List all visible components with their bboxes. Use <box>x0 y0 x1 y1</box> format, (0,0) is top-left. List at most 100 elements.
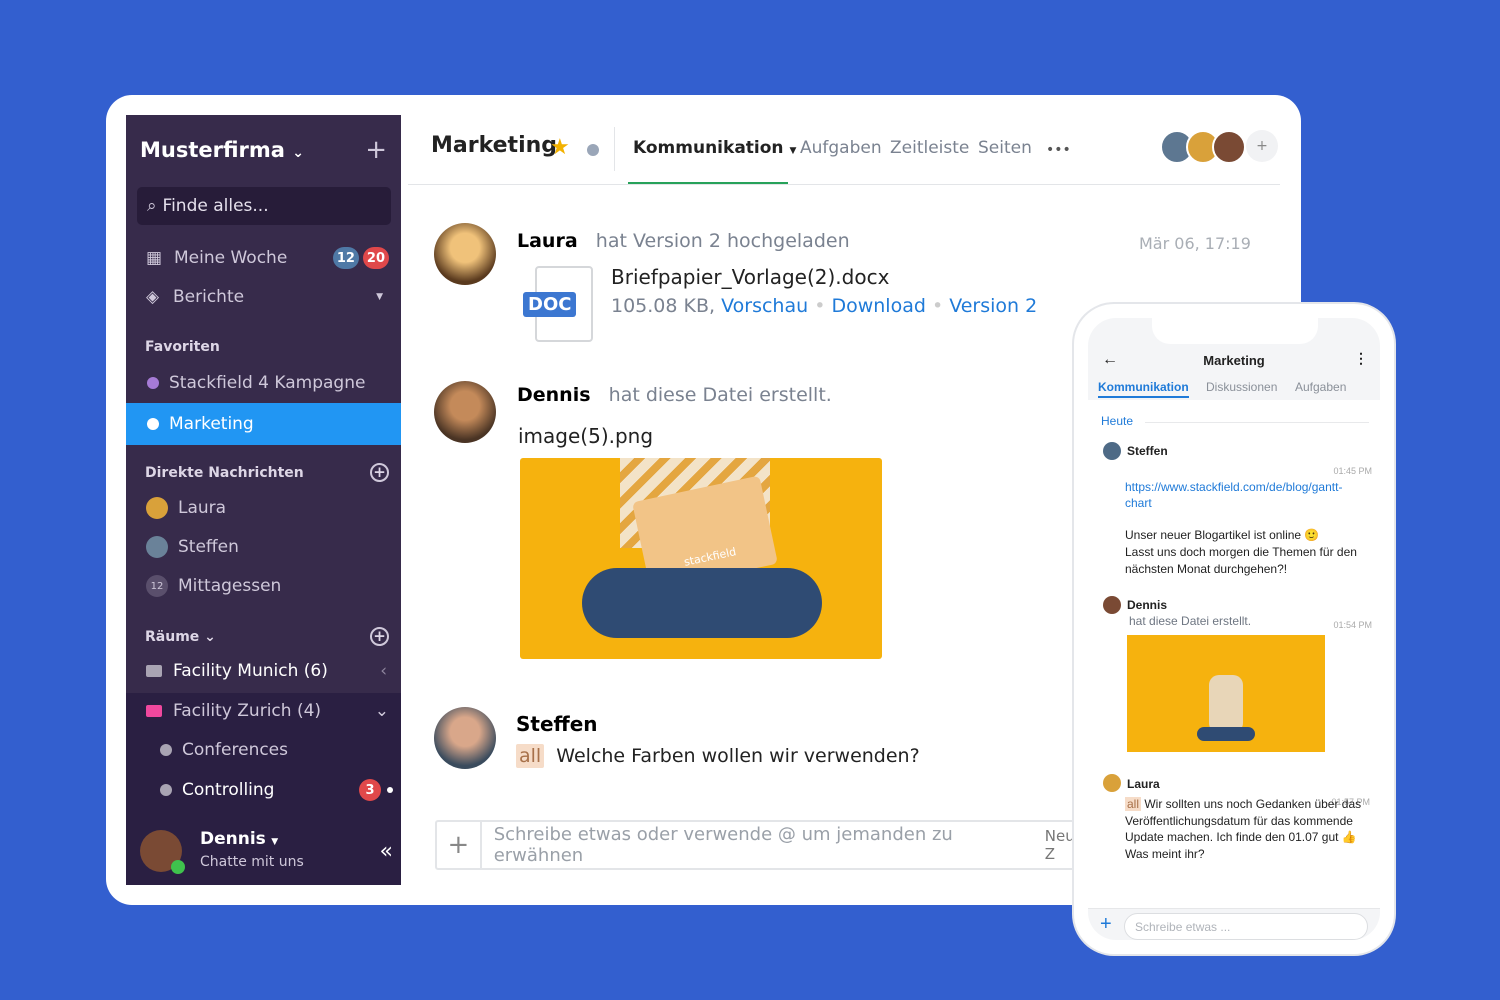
page-title: Marketing <box>431 133 558 158</box>
kebab-menu-icon[interactable]: ⋮ <box>1354 350 1368 367</box>
phone-tab-aufgaben[interactable]: Aufgaben <box>1295 380 1346 394</box>
group-count-icon: 12 <box>146 575 168 597</box>
message-text: hat diese Datei erstellt. <box>1129 614 1252 628</box>
phone-notch <box>1152 318 1318 344</box>
add-icon[interactable]: + <box>365 135 387 165</box>
timestamp: 01:54 PM <box>1333 620 1372 630</box>
file-name[interactable]: image(5).png <box>518 424 653 448</box>
room-facility-munich[interactable]: Facility Munich (6) ‹ <box>126 661 401 681</box>
feed-item-1-header: Laura hat Version 2 hochgeladen <box>517 230 850 252</box>
nav-meine-woche[interactable]: ▦ Meine Woche 12 20 <box>126 247 401 269</box>
phone-screen: ← Marketing ⋮ Kommunikation Diskussionen… <box>1088 318 1380 940</box>
dm-steffen[interactable]: Steffen <box>126 536 401 558</box>
tab-seiten[interactable]: Seiten <box>978 138 1032 158</box>
chevron-down-icon[interactable]: ⌄ <box>204 629 216 645</box>
version-link[interactable]: Version 2 <box>949 295 1037 317</box>
search-input[interactable]: ⌕ Finde alles... <box>137 187 391 225</box>
feed-item-2-header: Dennis hat diese Datei erstellt. <box>517 384 832 406</box>
file-name[interactable]: Briefpapier_Vorlage(2).docx <box>611 265 889 289</box>
favorite-marketing[interactable]: Marketing <box>126 403 401 445</box>
timestamp: 01:45 PM <box>1333 466 1372 476</box>
dot-icon <box>147 418 159 430</box>
add-attachment-button[interactable]: + <box>437 822 482 868</box>
status-dot <box>587 144 599 156</box>
phone-tab-diskussionen[interactable]: Diskussionen <box>1206 380 1277 394</box>
avatar-dennis <box>434 381 496 443</box>
preview-link[interactable]: Vorschau <box>721 295 808 317</box>
tab-aufgaben[interactable]: Aufgaben <box>800 138 882 158</box>
image-preview[interactable]: stackfield <box>520 458 882 659</box>
subroom-controlling[interactable]: Controlling 3 <box>126 779 401 801</box>
legs-graphic <box>1197 727 1255 741</box>
subroom-conferences[interactable]: Conferences <box>126 740 401 760</box>
avatar <box>1103 442 1121 460</box>
doc-file-label: DOC <box>523 292 577 317</box>
search-icon: ⌕ <box>147 196 157 216</box>
divider <box>614 127 615 171</box>
unread-dot <box>387 787 393 793</box>
tab-zeitleiste[interactable]: Zeitleiste <box>890 138 969 158</box>
timestamp: Mär 06, 17:19 <box>1139 234 1251 253</box>
add-circle-icon[interactable]: + <box>370 463 389 482</box>
person-graphic <box>1209 675 1243 733</box>
message-text: all Wir sollten uns noch Gedanken über d… <box>1125 797 1362 861</box>
avatar <box>1212 130 1246 164</box>
message-composer[interactable]: + Schreibe etwas oder verwende @ um jema… <box>435 820 1095 870</box>
caret-down-icon: ▼ <box>376 292 383 302</box>
tab-kommunikation[interactable]: Kommunikation ▼ <box>633 138 796 158</box>
star-icon[interactable]: ★ <box>550 135 570 160</box>
author-name: Steffen <box>516 712 598 736</box>
add-member-button[interactable]: + <box>1246 130 1278 162</box>
avatar <box>146 536 168 558</box>
sidebar: Musterfirma ⌄ + ⌕ Finde alles... ▦ Meine W… <box>126 115 401 885</box>
badge-count: 20 <box>362 247 389 269</box>
divider <box>1145 422 1369 423</box>
folder-icon <box>146 665 162 677</box>
member-avatars[interactable]: + <box>1160 130 1278 164</box>
workspace-switcher[interactable]: Musterfirma ⌄ + <box>126 135 401 165</box>
message-text: all Welche Farben wollen wir verwenden? <box>516 744 920 768</box>
chevron-down-icon: ⌄ <box>292 145 305 161</box>
image-preview[interactable] <box>1127 635 1325 752</box>
day-separator: Heute <box>1101 414 1134 428</box>
layers-icon: ◈ <box>146 287 160 307</box>
chevron-down-icon[interactable]: ⌄ <box>375 701 389 721</box>
dot-icon <box>160 784 172 796</box>
avatar <box>146 497 168 519</box>
folder-icon <box>146 705 162 717</box>
nav-berichte[interactable]: ◈ Berichte ▼ <box>126 287 401 307</box>
author-name: Dennis <box>1127 598 1168 612</box>
composer-input[interactable]: Schreibe etwas oder verwende @ um jemand… <box>482 824 987 866</box>
add-circle-icon[interactable]: + <box>370 627 389 646</box>
dm-laura[interactable]: Laura <box>126 497 401 519</box>
mention-tag: all <box>1125 797 1142 811</box>
file-meta: 105.08 KB, Vorschau • Download • Version… <box>611 295 1038 317</box>
online-status-icon <box>171 860 185 874</box>
section-raeume: Räume ⌄ + <box>126 627 401 646</box>
avatar-laura <box>434 223 496 285</box>
dm-mittagessen[interactable]: 12 Mittagessen <box>126 575 401 597</box>
message-link[interactable]: https://www.stackfield.com/de/blog/gantt… <box>1125 479 1365 511</box>
message-text: Unser neuer Blogartikel ist online 🙂 Lass… <box>1125 528 1357 576</box>
badge-count: 3 <box>359 779 381 801</box>
phone-mockup: ← Marketing ⋮ Kommunikation Diskussionen… <box>1074 304 1394 954</box>
legs-graphic <box>582 568 822 638</box>
avatar <box>1103 596 1121 614</box>
user-profile[interactable]: Dennis ▼ Chatte mit uns « <box>126 829 401 874</box>
header-divider <box>408 184 1280 185</box>
favorite-stackfield[interactable]: Stackfield 4 Kampagne <box>126 373 401 393</box>
chevron-left-icon[interactable]: ‹ <box>380 661 387 681</box>
author-name: Steffen <box>1127 444 1168 458</box>
badge-count: 12 <box>332 247 359 269</box>
download-link[interactable]: Download <box>831 295 925 317</box>
section-dm: Direkte Nachrichten + <box>126 463 401 482</box>
room-facility-zurich[interactable]: Facility Zurich (4) ⌄ <box>126 701 401 721</box>
section-favoriten: Favoriten <box>145 339 220 355</box>
dot-icon <box>160 744 172 756</box>
phone-tab-kommunikation[interactable]: Kommunikation <box>1098 380 1189 398</box>
more-icon[interactable]: ••• <box>1046 142 1071 158</box>
add-icon[interactable]: + <box>1100 913 1112 936</box>
avatar <box>1103 774 1121 792</box>
collapse-sidebar-icon[interactable]: « <box>380 839 393 864</box>
phone-message-input[interactable]: Schreibe etwas ... <box>1124 913 1368 940</box>
